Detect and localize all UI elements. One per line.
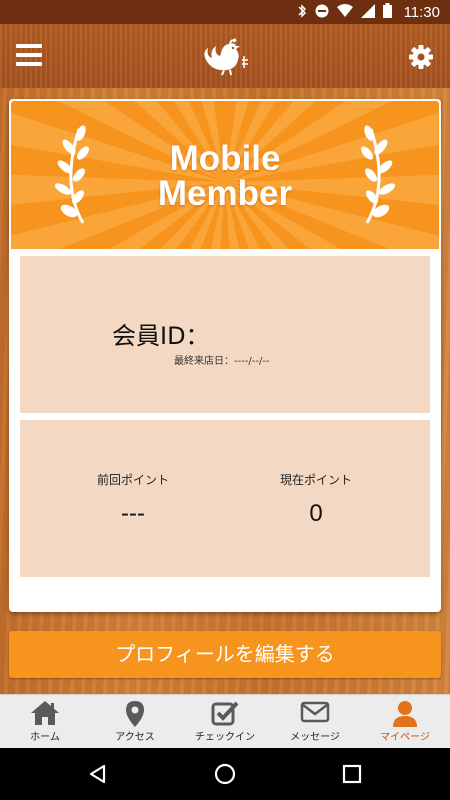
hamburger-menu-icon[interactable]: [16, 44, 44, 68]
status-bar: 11:30: [0, 0, 450, 24]
wifi-icon: [336, 4, 353, 20]
bluetooth-icon: [297, 3, 307, 21]
tab-checkin-label: チェックイン: [195, 732, 255, 743]
back-icon[interactable]: [86, 762, 110, 786]
edit-profile-button[interactable]: プロフィールを編集する: [9, 631, 441, 678]
points-panel: 前回ポイント --- 現在ポイント 0: [20, 420, 430, 577]
mobile-member-banner: Mobile Member: [11, 101, 439, 249]
member-id-panel: 会員ID： 最終来店日：----/--/--: [20, 256, 430, 413]
home-circle-icon[interactable]: [213, 762, 237, 786]
tab-mypage-label: マイページ: [380, 732, 430, 743]
tab-home[interactable]: ホーム: [0, 695, 90, 748]
signal-icon: [360, 3, 375, 21]
battery-icon: [382, 3, 392, 21]
tab-access-label: アクセス: [115, 732, 155, 743]
laurel-right-icon: [361, 125, 396, 224]
do-not-disturb-icon: [315, 4, 329, 21]
last-visit-date: 最終来店日：----/--/--: [174, 356, 270, 367]
gear-icon[interactable]: [408, 44, 434, 70]
current-points-value: 0: [309, 500, 323, 527]
tab-message-label: メッセージ: [290, 732, 340, 743]
system-nav-bar: [0, 748, 450, 800]
member-id-label: 会員ID：: [112, 322, 210, 350]
tab-mypage[interactable]: マイページ: [360, 695, 450, 748]
bottom-tab-bar: ホーム アクセス チェックイン メッセージ マイページ: [0, 694, 450, 748]
envelope-icon: [300, 701, 330, 723]
tab-message[interactable]: メッセージ: [270, 695, 360, 748]
rooster-logo-icon: [200, 38, 252, 76]
previous-points-value: ---: [121, 500, 145, 527]
tab-home-label: ホーム: [30, 732, 60, 743]
member-card: Mobile Member 会員ID： 最終来店日：----/--/-- 前回ポ…: [9, 99, 441, 612]
tab-checkin[interactable]: チェックイン: [180, 695, 270, 748]
tab-access[interactable]: アクセス: [90, 695, 180, 748]
app-bar: [0, 24, 450, 88]
person-icon: [393, 701, 417, 727]
status-time: 11:30: [403, 3, 440, 21]
checkbox-icon: [211, 701, 239, 726]
previous-points-label: 前回ポイント: [96, 473, 169, 487]
recents-icon[interactable]: [340, 762, 364, 786]
map-pin-icon: [126, 701, 144, 727]
home-icon: [31, 701, 59, 725]
current-points-label: 現在ポイント: [279, 473, 352, 487]
